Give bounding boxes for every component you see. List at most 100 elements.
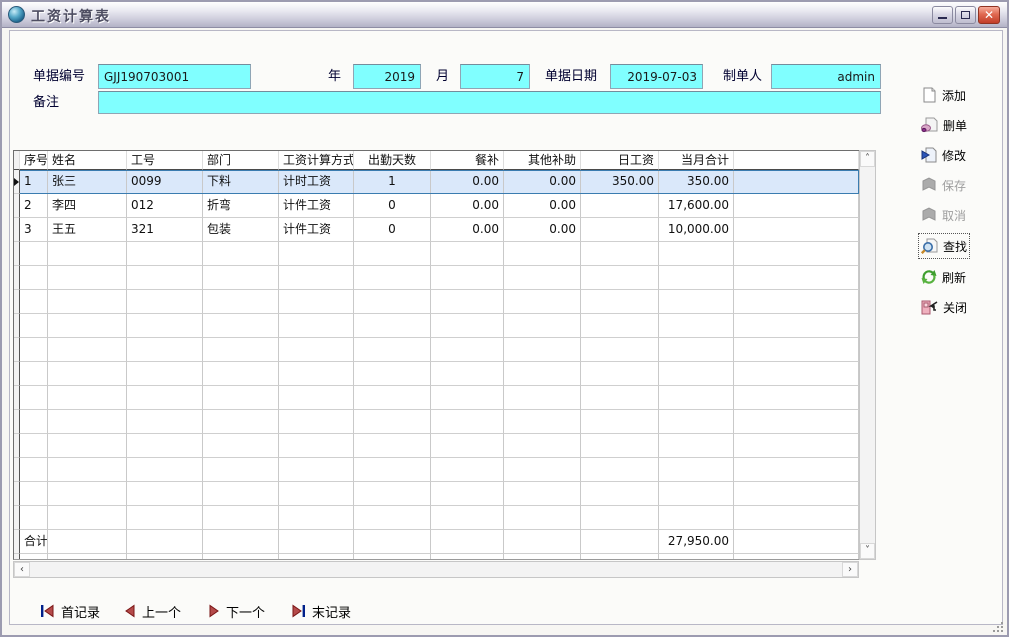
remark-input[interactable]: [98, 91, 881, 114]
empty-table-row: [14, 386, 859, 410]
table-cell: [581, 410, 659, 434]
table-cell: [203, 266, 279, 290]
nav-last-button[interactable]: 末记录: [291, 601, 351, 621]
nav-next-button[interactable]: 下一个: [208, 601, 265, 621]
search-icon: [921, 238, 938, 254]
scroll-down-button[interactable]: ˅: [860, 543, 875, 559]
titlebar: 工资计算表 ✕: [2, 2, 1007, 28]
table-cell: [659, 506, 734, 530]
year-input[interactable]: [353, 64, 421, 89]
empty-table-row: [14, 434, 859, 458]
toolbar-button-cancel: 取消: [921, 205, 966, 225]
table-cell: 张三: [48, 170, 127, 194]
table-cell: [127, 434, 203, 458]
nav-first-button[interactable]: 首记录: [40, 601, 100, 621]
table-cell: [203, 434, 279, 458]
table-cell: 321: [127, 218, 203, 242]
table-cell: 合计: [20, 530, 48, 554]
table-cell: 2: [20, 194, 48, 218]
horizontal-scrollbar[interactable]: ‹ ›: [13, 561, 859, 578]
doc-number-input[interactable]: [98, 64, 251, 89]
minimize-button[interactable]: [932, 6, 953, 24]
table-cell: [354, 506, 431, 530]
nav-previous-button[interactable]: 上一个: [124, 601, 181, 621]
table-cell: [127, 386, 203, 410]
table-cell: 计件工资: [279, 194, 354, 218]
table-cell: 计时工资: [279, 170, 354, 194]
resize-grip[interactable]: [991, 620, 1003, 632]
month-input[interactable]: [460, 64, 530, 89]
table-cell: [581, 266, 659, 290]
table-cell: [734, 242, 859, 266]
table-cell: [279, 410, 354, 434]
exit-icon: [921, 299, 938, 315]
table-cell: [279, 458, 354, 482]
table-cell: [279, 386, 354, 410]
close-icon: ✕: [984, 8, 994, 22]
table-cell: [431, 362, 504, 386]
table-cell: 折弯: [203, 194, 279, 218]
toolbar-button-modify[interactable]: 修改: [921, 145, 966, 165]
toolbar-button-add[interactable]: 添加: [921, 85, 966, 105]
month-label: 月: [436, 64, 449, 89]
table-cell: [504, 434, 581, 458]
toolbar-button-delete[interactable]: 删单: [921, 115, 967, 135]
table-cell: [279, 242, 354, 266]
table-cell: 王五: [48, 218, 127, 242]
table-cell: [203, 458, 279, 482]
scroll-left-button[interactable]: ‹: [14, 562, 30, 577]
table-cell: [279, 362, 354, 386]
table-cell: [581, 434, 659, 458]
table-cell: [354, 266, 431, 290]
table-cell: [504, 530, 581, 554]
table-row[interactable]: 2李四012折弯计件工资00.000.0017,600.00: [14, 194, 859, 218]
scroll-up-button[interactable]: ˄: [860, 151, 875, 167]
table-cell: [581, 362, 659, 386]
table-cell: [127, 554, 203, 560]
table-cell: [279, 314, 354, 338]
table-cell: 1: [354, 170, 431, 194]
row-selector-cell: [14, 170, 20, 194]
table-cell: [659, 242, 734, 266]
table-cell: [354, 482, 431, 506]
table-row[interactable]: 3王五321包装计件工资00.000.0010,000.00: [14, 218, 859, 242]
table-cell: [581, 554, 659, 560]
table-cell: 0.00: [431, 218, 504, 242]
toolbar-button-close-form[interactable]: 关闭: [921, 297, 967, 317]
toolbar-button-refresh[interactable]: 刷新: [921, 267, 966, 287]
table-cell: [203, 482, 279, 506]
vertical-scrollbar[interactable]: ˄ ˅: [859, 150, 876, 560]
table-cell: [354, 434, 431, 458]
table-cell: [127, 482, 203, 506]
table-cell: [734, 314, 859, 338]
table-cell: [203, 410, 279, 434]
toolbar-label: 保存: [942, 177, 966, 194]
row-selector-cell: [14, 338, 20, 362]
doc-date-input[interactable]: [610, 64, 703, 89]
table-cell: [734, 482, 859, 506]
toolbar-label: 查找: [943, 238, 967, 255]
chevron-up-icon: ˄: [865, 154, 870, 164]
table-row[interactable]: 1张三0099下料计时工资10.000.00350.00350.00: [14, 170, 859, 194]
maximize-button[interactable]: [955, 6, 976, 24]
table-cell: [48, 554, 127, 560]
toolbar-button-find[interactable]: 查找: [921, 236, 967, 256]
table-cell: [127, 530, 203, 554]
scroll-right-button[interactable]: ›: [842, 562, 858, 577]
table-cell: [504, 506, 581, 530]
table-cell: [504, 314, 581, 338]
close-button[interactable]: ✕: [978, 6, 1000, 24]
table-cell: [354, 242, 431, 266]
table-cell: [354, 290, 431, 314]
remark-label: 备注: [33, 90, 59, 115]
column-header: 餐补: [431, 151, 504, 170]
save-icon: [921, 177, 937, 193]
table-cell: 0.00: [431, 194, 504, 218]
table-cell: [48, 266, 127, 290]
table-cell: [431, 506, 504, 530]
table-cell: [203, 554, 279, 560]
table-cell: [581, 314, 659, 338]
column-header: 部门: [203, 151, 279, 170]
table-cell: [279, 482, 354, 506]
creator-input[interactable]: [771, 64, 881, 89]
